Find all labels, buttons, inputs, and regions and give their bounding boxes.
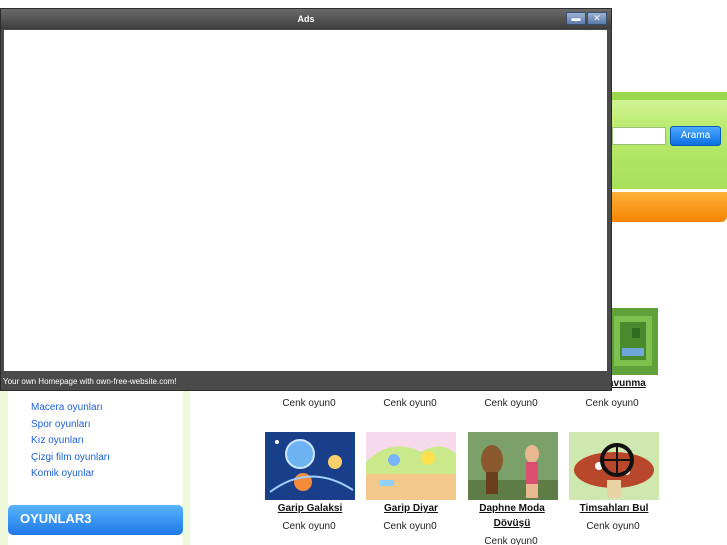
close-button[interactable]: ✕ [587, 12, 607, 25]
game-thumbnail-daphne[interactable] [468, 432, 558, 500]
game-author: Cenk oyun0 [586, 521, 640, 532]
game-author: Cenk oyun0 [282, 398, 336, 409]
search-input[interactable] [612, 127, 666, 145]
game-title[interactable]: Daphne Moda Dövüşü [462, 501, 562, 531]
category-link[interactable]: Çizgi film oyunları [31, 452, 110, 463]
game-title[interactable]: Garip Galaksi [260, 501, 360, 516]
search-button[interactable]: Arama [670, 126, 721, 146]
ads-window-title: Ads [297, 14, 315, 24]
game-author: Cenk oyun0 [484, 398, 538, 409]
category-item: Komik oyunlar [31, 466, 110, 483]
game-author: Cenk oyun0 [282, 521, 336, 532]
strange-land-thumbnail-icon [366, 432, 456, 500]
category-item: Çizgi film oyunları [31, 450, 110, 467]
category-list: Macera oyunları Spor oyunları Kız oyunla… [31, 400, 110, 483]
minimize-button[interactable]: ▬ [566, 12, 586, 25]
game-author: Cenk oyun0 [484, 536, 538, 545]
ads-popup-window: Ads ▬ ✕ Your own Homepage with own-free-… [0, 8, 612, 391]
category-link[interactable]: Kız oyunları [31, 435, 84, 446]
game-thumbnail-garip-diyar[interactable] [366, 432, 456, 500]
ads-content-area [4, 30, 607, 371]
game-title[interactable]: Timsahları Bul [564, 501, 664, 516]
game-title-partial[interactable]: avunma [608, 376, 658, 391]
game-thumbnail-garip-galaksi[interactable] [265, 432, 355, 500]
game-author: Cenk oyun0 [585, 398, 639, 409]
category-item: Kız oyunları [31, 433, 110, 450]
game-thumbnail[interactable] [608, 308, 658, 375]
game-author: Cenk oyun0 [383, 398, 437, 409]
minimize-icon: ▬ [571, 13, 581, 23]
game-thumbnail-timsahlari-bul[interactable] [569, 432, 659, 500]
category-item: Macera oyunları [31, 400, 110, 417]
galaxy-thumbnail-icon [265, 432, 355, 500]
maze-thumbnail-icon [608, 308, 658, 375]
game-author: Cenk oyun0 [383, 521, 437, 532]
category-link[interactable]: Spor oyunları [31, 419, 90, 430]
section-button-oyunlar3[interactable]: OYUNLAR3 [8, 505, 183, 535]
close-icon: ✕ [593, 13, 601, 23]
crocodile-search-thumbnail-icon [569, 432, 659, 500]
ads-footer-link[interactable]: Your own Homepage with own-free-website.… [1, 373, 611, 391]
category-link[interactable]: Komik oyunlar [31, 468, 94, 479]
fashion-fight-thumbnail-icon [468, 432, 558, 500]
game-title[interactable]: Garip Diyar [361, 501, 461, 516]
ads-titlebar[interactable]: Ads ▬ ✕ [1, 9, 611, 29]
category-link[interactable]: Macera oyunları [31, 402, 103, 413]
category-item: Spor oyunları [31, 417, 110, 434]
